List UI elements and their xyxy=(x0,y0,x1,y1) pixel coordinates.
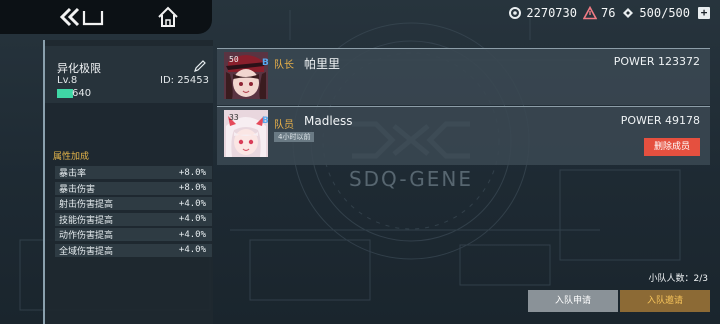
group-header: 异化极限 Lv.8 ID: 25453 640 xyxy=(45,46,213,103)
resource-tickets-value: 500/500 xyxy=(639,6,690,20)
attribute-row: 射击伤害提高 +4.0% xyxy=(55,197,212,211)
attribute-row: 暴击率 +8.0% xyxy=(55,166,212,179)
attribute-name: 技能伤害提高 xyxy=(59,215,114,226)
attribute-row: 全域伤害提高 +4.0% xyxy=(55,243,212,257)
attribute-list: 暴击率 +8.0% 暴击伤害 +8.0% 射击伤害提高 +4.0% 技能伤害提高… xyxy=(55,166,212,260)
exp-bar-fill xyxy=(57,89,73,98)
home-icon[interactable] xyxy=(156,5,180,29)
attribute-bonus-title: 属性加成 xyxy=(53,152,90,162)
diamond-ticket-icon xyxy=(623,8,634,18)
resource-energy: 76 xyxy=(582,6,616,20)
resource-tickets: 500/500 xyxy=(621,6,690,20)
group-level: Lv.8 xyxy=(57,75,78,86)
group-name: 异化极限 xyxy=(57,62,101,75)
attribute-value: +4.0% xyxy=(178,229,206,240)
member-level: 50 xyxy=(229,55,239,64)
attribute-row: 技能伤害提高 +4.0% xyxy=(55,212,212,226)
attribute-value: +4.0% xyxy=(178,245,206,256)
group-id: ID: 25453 xyxy=(160,75,210,86)
edit-icon[interactable] xyxy=(193,59,207,73)
remove-member-button[interactable]: 删除成员 xyxy=(644,138,700,156)
resource-gears-value: 2270730 xyxy=(526,6,577,20)
member-role: 队员 xyxy=(274,120,294,131)
invite-button[interactable]: 入队邀请 xyxy=(620,290,710,312)
group-info-panel: 异化极限 Lv.8 ID: 25453 640 属性加成 暴击率 +8.0% 暴… xyxy=(43,40,213,324)
avatar: 50 B xyxy=(224,52,268,99)
member-name-text: Madless xyxy=(304,114,353,128)
attribute-name: 暴击伤害 xyxy=(59,184,96,195)
member-card-leader[interactable]: 50 B 队长 帕里里 POWER 123372 xyxy=(217,48,710,105)
member-rank: B xyxy=(262,116,268,126)
resource-gears: 2270730 xyxy=(508,6,577,20)
resource-bar: 2270730 76 500/500 + xyxy=(508,3,710,23)
member-card[interactable]: 33 B 队员 Madless POWER 49178 4小时以前 删除成员 xyxy=(217,106,710,165)
attribute-name: 动作伤害提高 xyxy=(59,231,114,242)
attribute-name: 暴击率 xyxy=(59,169,87,179)
avatar: 33 B xyxy=(224,110,268,157)
member-power: POWER 49178 xyxy=(620,114,700,127)
warning-triangle-icon xyxy=(582,6,597,20)
add-resource-button[interactable]: + xyxy=(698,7,710,19)
top-nav-bar xyxy=(0,0,212,34)
group-exp-value: 640 xyxy=(72,88,92,99)
attribute-name: 射击伤害提高 xyxy=(59,200,114,211)
attribute-name: 全域伤害提高 xyxy=(59,246,114,257)
team-member-count: 小队人数：2/3 xyxy=(648,274,709,284)
attribute-value: +8.0% xyxy=(178,167,206,178)
attribute-row: 暴击伤害 +8.0% xyxy=(55,181,212,195)
attribute-row: 动作伤害提高 +4.0% xyxy=(55,228,212,242)
member-role: 队长 xyxy=(274,60,294,71)
resource-energy-value: 76 xyxy=(600,6,616,20)
group-exp: 640 xyxy=(57,88,92,99)
back-button[interactable] xyxy=(58,5,104,29)
attribute-value: +4.0% xyxy=(178,214,206,225)
member-power: POWER 123372 xyxy=(613,55,700,68)
attribute-value: +8.0% xyxy=(178,183,206,194)
member-level: 33 xyxy=(229,113,239,122)
member-name: 帕里里 xyxy=(304,57,341,71)
member-rank: B xyxy=(262,58,268,68)
join-requests-button[interactable]: 入队申请 xyxy=(528,290,618,312)
gear-currency-icon xyxy=(509,7,522,19)
last-online-badge: 4小时以前 xyxy=(274,132,315,142)
attribute-value: +4.0% xyxy=(178,198,206,209)
